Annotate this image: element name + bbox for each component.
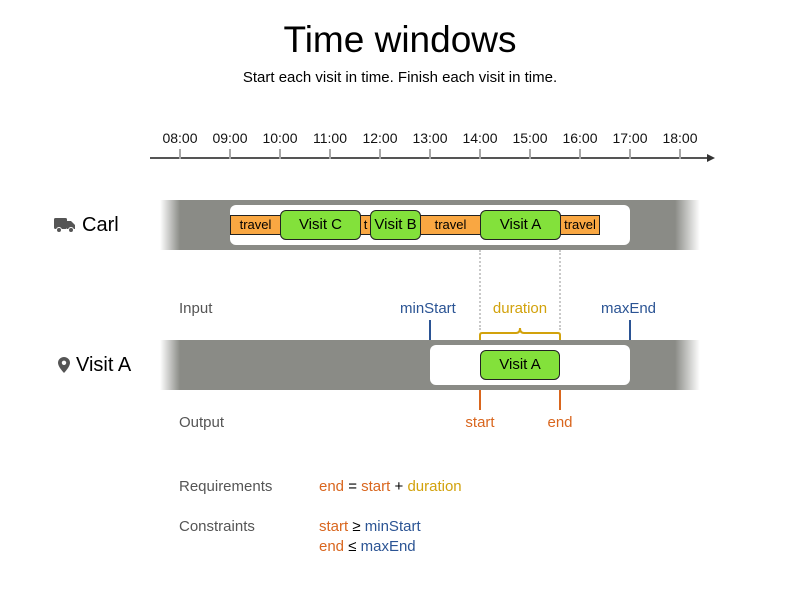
max-end-marker	[629, 320, 631, 340]
end-marker	[559, 390, 561, 410]
max-end-label: maxEnd	[601, 300, 657, 317]
vehicle-row-label: Carl	[54, 213, 119, 237]
tick-label: 11:00	[313, 130, 347, 146]
tick-mark	[329, 149, 331, 159]
formula-start: start	[361, 478, 391, 495]
constraints-label: Constraints	[179, 518, 255, 535]
output-label: Output	[179, 414, 225, 431]
travel-segment[interactable]: travel	[560, 215, 600, 235]
tick-mark	[379, 149, 381, 159]
start-label: start	[465, 414, 495, 431]
constraint-max-end-value: maxEnd	[360, 538, 416, 555]
end-label: end	[547, 414, 573, 431]
tick-mark	[679, 149, 681, 159]
input-label: Input	[179, 300, 213, 317]
tick-label: 10:00	[262, 130, 298, 146]
constraint-max-end: end ≤ maxEnd	[319, 537, 416, 557]
tick-label: 08:00	[162, 130, 198, 146]
truck-icon	[54, 218, 75, 233]
map-pin-icon	[58, 357, 70, 373]
constraint-end: end	[319, 538, 345, 555]
requirements-label: Requirements	[179, 478, 273, 495]
tick-label: 14:00	[462, 130, 498, 146]
tick-mark	[529, 149, 531, 159]
visit-a-block[interactable]: Visit A	[480, 350, 560, 380]
travel-segment[interactable]: travel	[230, 215, 281, 235]
tick-label: 13:00	[412, 130, 448, 146]
constraint-le: ≤	[348, 538, 357, 555]
axis-arrow-icon	[707, 154, 715, 162]
tick-label: 17:00	[612, 130, 648, 146]
requirement-formula: end = start + duration	[319, 477, 462, 497]
tick-mark	[629, 149, 631, 159]
page-title: Time windows	[283, 19, 517, 60]
constraint-start: start	[319, 518, 349, 535]
min-start-marker	[429, 320, 431, 340]
formula-end: end	[319, 478, 345, 495]
tick-mark	[429, 149, 431, 159]
tick-mark	[179, 149, 181, 159]
visit-a-block[interactable]: Visit A	[480, 210, 561, 240]
formula-duration: duration	[407, 478, 462, 495]
visit-b-block[interactable]: Visit B	[370, 210, 421, 240]
constraint-min-start: start ≥ minStart	[319, 517, 421, 537]
vehicle-name: Carl	[82, 214, 119, 236]
visit-name: Visit A	[76, 354, 132, 376]
min-start-label: minStart	[400, 300, 456, 317]
constraint-min-start-value: minStart	[364, 518, 421, 535]
start-guide-line	[479, 250, 481, 330]
duration-label: duration	[492, 300, 548, 317]
formula-plus: +	[394, 478, 404, 495]
tick-label: 15:00	[512, 130, 548, 146]
page-subtitle: Start each visit in time. Finish each vi…	[242, 69, 558, 86]
constraint-ge: ≥	[352, 518, 361, 535]
tick-mark	[479, 149, 481, 159]
end-guide-line	[559, 250, 561, 330]
tick-mark	[279, 149, 281, 159]
formula-equals: =	[348, 478, 357, 495]
travel-segment[interactable]: travel	[420, 215, 481, 235]
tick-label: 12:00	[362, 130, 398, 146]
tick-label: 18:00	[662, 130, 698, 146]
tick-label: 16:00	[562, 130, 598, 146]
tick-mark	[579, 149, 581, 159]
start-marker	[479, 390, 481, 410]
visit-c-block[interactable]: Visit C	[280, 210, 361, 240]
visit-row-label: Visit A	[58, 353, 131, 377]
tick-label: 09:00	[212, 130, 248, 146]
duration-brace-icon	[479, 327, 561, 340]
tick-mark	[229, 149, 231, 159]
